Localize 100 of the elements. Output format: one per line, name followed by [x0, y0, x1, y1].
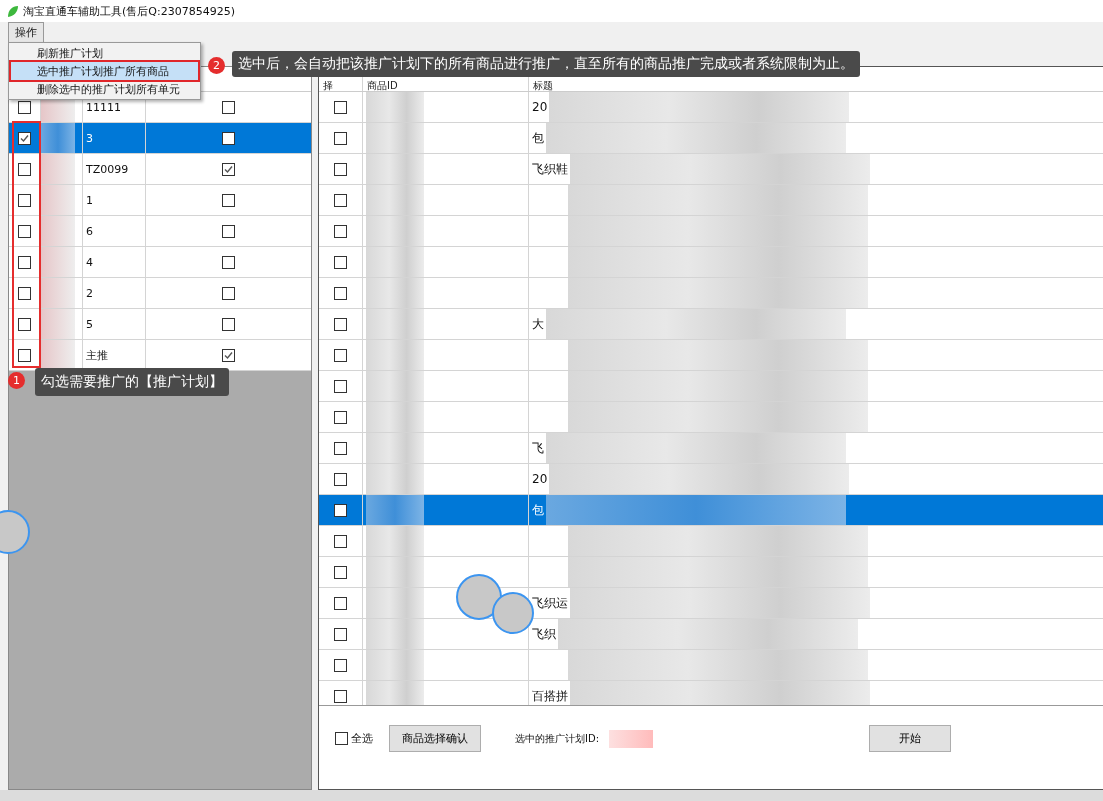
redaction-mark [41, 123, 75, 153]
table-cell: 包 [532, 129, 544, 147]
table-row[interactable]: TZ0099 [9, 154, 311, 185]
table-cell: 5 [86, 317, 93, 331]
table-cell: 飞织鞋 [532, 160, 568, 178]
checkbox[interactable] [18, 317, 31, 331]
checkbox[interactable] [18, 224, 31, 238]
checkbox[interactable] [18, 131, 31, 145]
checkbox[interactable] [334, 162, 347, 176]
table-row[interactable]: 包 [319, 123, 1103, 154]
table-row[interactable]: 6 [9, 216, 311, 247]
table-cell: 4 [86, 255, 93, 269]
table-cell: 20 [532, 100, 548, 114]
table-row[interactable]: 1 [9, 185, 311, 216]
checkbox[interactable] [334, 379, 347, 393]
redaction-mark [366, 154, 424, 184]
checkbox-label: 全选 [351, 731, 373, 746]
table-row[interactable]: 20 [319, 92, 1103, 123]
table-row[interactable]: 5 [9, 309, 311, 340]
checkbox[interactable] [222, 100, 235, 114]
checkbox[interactable] [222, 162, 235, 176]
start-button[interactable]: 开始 [869, 725, 952, 752]
table-row[interactable]: 大 [319, 309, 1103, 340]
checkbox[interactable] [334, 224, 347, 238]
menu-item[interactable]: 操作 [8, 22, 44, 42]
checkbox[interactable] [334, 689, 347, 703]
table-row[interactable]: 飞织鞋 [319, 154, 1103, 185]
checkbox[interactable] [18, 193, 31, 207]
checkbox[interactable] [334, 286, 347, 300]
checkbox[interactable] [334, 100, 347, 114]
redaction-mark [41, 185, 75, 215]
checkbox[interactable] [335, 732, 348, 745]
checkbox[interactable] [334, 565, 347, 579]
table-cell: 百搭拼 [532, 687, 568, 705]
redaction-mark [366, 433, 424, 463]
redaction-mark [366, 92, 424, 122]
checkbox[interactable] [334, 131, 347, 145]
menu-item[interactable]: 选中推广计划推广所有商品 [11, 62, 198, 80]
redaction-mark [366, 402, 424, 432]
redaction-mark [366, 557, 424, 587]
checkbox[interactable] [222, 255, 235, 269]
table-row[interactable]: 飞 [319, 433, 1103, 464]
redaction-mark [366, 340, 424, 370]
checkbox[interactable] [334, 658, 347, 672]
checkbox[interactable] [334, 441, 347, 455]
plan-id-label: 选中的推广计划ID: [515, 731, 600, 746]
checkbox[interactable] [334, 255, 347, 269]
table-cell: 飞织 [532, 625, 556, 643]
step-badge: 2 [208, 57, 225, 74]
table-row[interactable]: 3 [9, 123, 311, 154]
checkbox[interactable] [334, 534, 347, 548]
checkbox[interactable] [334, 596, 347, 610]
redaction-mark [366, 185, 424, 215]
redaction-mark [41, 216, 75, 246]
menu-item[interactable]: 刷新推广计划 [11, 44, 198, 62]
checkbox[interactable] [222, 348, 235, 362]
table-row[interactable]: 主推 [9, 340, 311, 371]
checkbox[interactable] [18, 286, 31, 300]
checkbox[interactable] [334, 317, 347, 331]
redaction-mark [366, 216, 424, 246]
table-row[interactable]: 包 [319, 495, 1103, 526]
checkbox[interactable] [334, 193, 347, 207]
redaction-mark [366, 495, 424, 525]
table-cell: 11111 [86, 100, 121, 114]
redaction-mark [41, 309, 75, 339]
checkbox[interactable] [222, 317, 235, 331]
checkbox[interactable] [222, 131, 235, 145]
checkbox[interactable] [222, 193, 235, 207]
checkbox[interactable] [18, 255, 31, 269]
redaction-mark [366, 619, 424, 649]
table-cell: 2 [86, 286, 93, 300]
table-row[interactable]: 20 [319, 464, 1103, 495]
checkbox[interactable] [334, 410, 347, 424]
redaction-mark [366, 650, 424, 680]
redaction-mark [366, 309, 424, 339]
redaction-mark [366, 123, 424, 153]
table-cell: 20 [532, 472, 548, 486]
redaction-mark [366, 278, 424, 308]
redaction-mark [366, 588, 424, 618]
checkbox[interactable] [222, 224, 235, 238]
table-cell: TZ0099 [86, 162, 129, 176]
table-row[interactable]: 2 [9, 278, 311, 309]
checkbox[interactable] [334, 503, 347, 517]
checkbox[interactable] [334, 472, 347, 486]
confirm-button[interactable]: 商品选择确认 [389, 725, 481, 752]
redaction-mark [609, 729, 654, 748]
callout-tooltip: 勾选需要推广的【推广计划】 [35, 368, 229, 396]
table-row[interactable]: 飞织运 [319, 588, 1103, 619]
checkbox[interactable] [18, 100, 31, 114]
checkbox[interactable] [222, 286, 235, 300]
table-row[interactable]: 飞织 [319, 619, 1103, 650]
callout-tooltip: 选中后，会自动把该推广计划下的所有商品进行推广，直至所有的商品推广完成或者系统限制为止。 [232, 51, 860, 77]
checkbox[interactable] [18, 348, 31, 362]
checkbox[interactable] [334, 627, 347, 641]
table-row[interactable]: 4 [9, 247, 311, 278]
redaction-mark [366, 247, 424, 277]
checkbox[interactable] [334, 348, 347, 362]
table-cell: 3 [86, 131, 93, 145]
redaction-mark [41, 247, 75, 277]
checkbox[interactable] [18, 162, 31, 176]
